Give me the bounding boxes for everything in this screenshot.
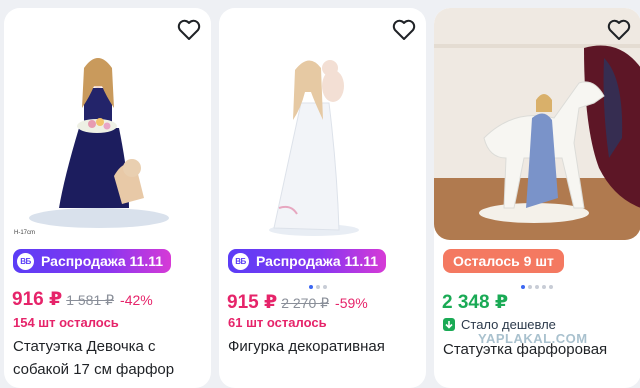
pager-dot[interactable] — [542, 285, 546, 289]
discount-percent: -59% — [335, 295, 368, 311]
favorite-heart-icon[interactable] — [176, 17, 202, 43]
pager-dot[interactable] — [549, 285, 553, 289]
favorite-heart-icon[interactable] — [391, 17, 417, 43]
price-row: 915 ₽ 2 270 ₽ -59% — [227, 291, 368, 314]
sale-badge-label: Распродажа 11.11 — [41, 253, 164, 269]
pager-dot[interactable] — [316, 285, 320, 289]
stock-left: 154 шт осталось — [13, 315, 119, 330]
old-price: 2 270 ₽ — [281, 295, 330, 311]
pager-dot[interactable] — [535, 285, 539, 289]
product-carousel: H-17cm ВБ Распродажа 11.11 916 ₽ 1 581 ₽… — [0, 0, 640, 388]
price-row: 2 348 ₽ — [442, 291, 508, 314]
wb-logo-icon: ВБ — [232, 252, 249, 270]
pager-dot[interactable] — [323, 285, 327, 289]
sale-badge: ВБ Распродажа 11.11 — [13, 249, 172, 273]
price-row: 916 ₽ 1 581 ₽ -42% — [12, 288, 153, 311]
wb-logo-icon: ВБ — [17, 252, 34, 270]
old-price: 1 581 ₽ — [66, 292, 115, 308]
pager-dot[interactable] — [521, 285, 525, 289]
product-card[interactable]: ВБ Распродажа 11.11 915 ₽ 2 270 ₽ -59% 6… — [219, 8, 426, 388]
product-title-line2[interactable]: собакой 17 см фарфор — [13, 359, 174, 380]
product-card[interactable]: H-17cm ВБ Распродажа 11.11 916 ₽ 1 581 ₽… — [4, 8, 211, 388]
pager-dot[interactable] — [528, 285, 532, 289]
price-down-icon — [443, 318, 455, 331]
image-pager-dots[interactable] — [309, 285, 327, 289]
discount-percent: -42% — [120, 292, 153, 308]
svg-text:H-17cm: H-17cm — [14, 230, 35, 236]
price-drop-note: Стало дешевле — [443, 317, 556, 332]
watermark: YAPLAKAL.COM — [478, 331, 588, 346]
current-price: 916 ₽ — [12, 289, 63, 310]
current-price: 2 348 ₽ — [442, 292, 509, 313]
sale-badge-label: Распродажа 11.11 — [256, 253, 379, 269]
product-title[interactable]: Статуэтка Девочка с — [13, 336, 156, 357]
stock-left: 61 шт осталось — [228, 315, 327, 330]
price-drop-label: Стало дешевле — [461, 317, 556, 332]
image-pager-dots[interactable] — [521, 285, 553, 289]
stock-badge: Осталось 9 шт — [443, 249, 564, 273]
current-price: 915 ₽ — [227, 292, 278, 313]
stock-badge-label: Осталось 9 шт — [453, 253, 554, 269]
pager-dot[interactable] — [309, 285, 313, 289]
product-title[interactable]: Фигурка декоративная — [228, 336, 385, 357]
favorite-heart-icon[interactable] — [606, 17, 632, 43]
sale-badge: ВБ Распродажа 11.11 — [228, 249, 387, 273]
